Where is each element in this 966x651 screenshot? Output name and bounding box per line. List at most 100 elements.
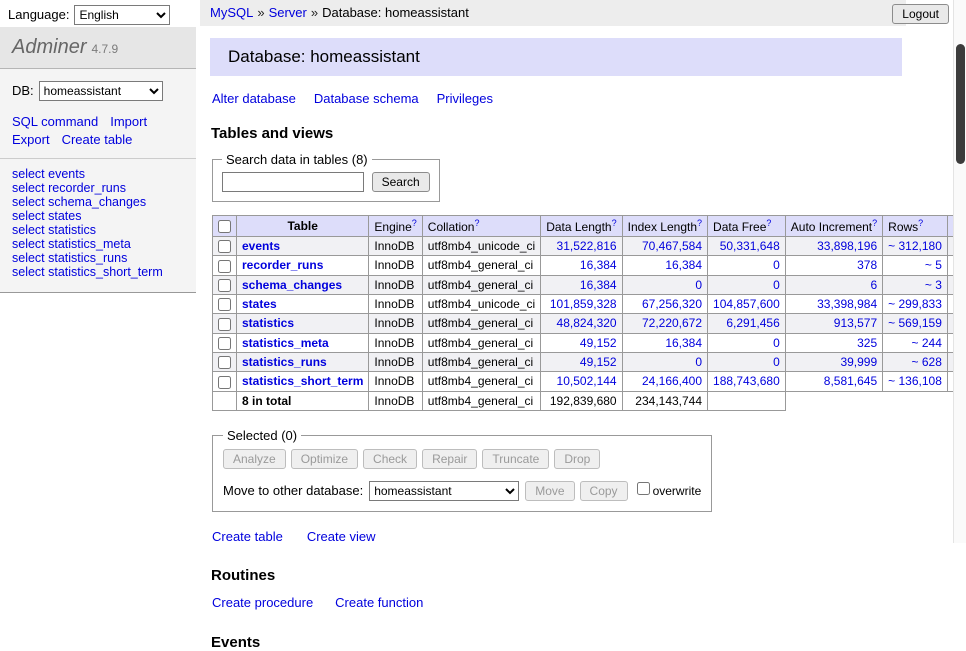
- data-length-link[interactable]: 31,522,816: [557, 239, 617, 253]
- check-button[interactable]: Check: [363, 449, 417, 469]
- data-free-link[interactable]: 0: [773, 258, 780, 272]
- db-action-link[interactable]: Database schema: [314, 91, 419, 106]
- sidebar-table-link[interactable]: select statistics_short_term: [12, 266, 184, 280]
- row-checkbox[interactable]: [218, 279, 231, 292]
- sidebar-table-link[interactable]: select recorder_runs: [12, 182, 184, 196]
- data-length-link[interactable]: 49,152: [580, 336, 617, 350]
- sidebar-table-link[interactable]: select states: [12, 210, 184, 224]
- scrollbar-thumb[interactable]: [956, 44, 965, 164]
- rows-link[interactable]: ~ 628: [912, 355, 942, 369]
- copy-button[interactable]: Copy: [580, 481, 628, 501]
- column-help-link[interactable]: ?: [766, 218, 771, 228]
- routine-link[interactable]: Create function: [335, 595, 423, 610]
- auto-increment-link[interactable]: 6: [870, 278, 877, 292]
- index-length-link[interactable]: 67,256,320: [642, 297, 702, 311]
- data-free-link[interactable]: 0: [773, 278, 780, 292]
- table-name-link[interactable]: recorder_runs: [242, 258, 323, 272]
- sidebar-command-link[interactable]: Create table: [62, 132, 133, 147]
- table-name-link[interactable]: states: [242, 297, 277, 311]
- rows-link[interactable]: ~ 136,108: [888, 374, 942, 388]
- index-length-link[interactable]: 24,166,400: [642, 374, 702, 388]
- routine-link[interactable]: Create procedure: [212, 595, 313, 610]
- move-button[interactable]: Move: [525, 481, 574, 501]
- data-length-link[interactable]: 16,384: [580, 258, 617, 272]
- create-link[interactable]: Create table: [212, 529, 283, 544]
- row-checkbox[interactable]: [218, 376, 231, 389]
- breadcrumb-link-server[interactable]: Server: [269, 5, 307, 20]
- column-help-link[interactable]: ?: [612, 218, 617, 228]
- rows-link[interactable]: ~ 5: [925, 258, 942, 272]
- auto-increment-link[interactable]: 33,898,196: [817, 239, 877, 253]
- index-length-link[interactable]: 0: [695, 278, 702, 292]
- breadcrumb-link-mysql[interactable]: MySQL: [210, 5, 253, 20]
- column-help-link[interactable]: ?: [474, 218, 479, 228]
- row-checkbox[interactable]: [218, 337, 231, 350]
- optimize-button[interactable]: Optimize: [291, 449, 358, 469]
- auto-increment-link[interactable]: 913,577: [834, 316, 877, 330]
- rows-link[interactable]: ~ 312,180: [888, 239, 942, 253]
- data-free-link[interactable]: 50,331,648: [720, 239, 780, 253]
- move-db-select[interactable]: homeassistant: [369, 481, 519, 501]
- analyze-button[interactable]: Analyze: [223, 449, 286, 469]
- index-length-link[interactable]: 72,220,672: [642, 316, 702, 330]
- vertical-scrollbar[interactable]: [953, 0, 966, 543]
- create-link[interactable]: Create view: [307, 529, 376, 544]
- row-checkbox[interactable]: [218, 298, 231, 311]
- index-length-link[interactable]: 0: [695, 355, 702, 369]
- data-length-link[interactable]: 48,824,320: [557, 316, 617, 330]
- data-length-link[interactable]: 101,859,328: [550, 297, 617, 311]
- data-free-link[interactable]: 0: [773, 336, 780, 350]
- language-select[interactable]: English: [74, 5, 170, 25]
- search-button[interactable]: Search: [372, 172, 430, 192]
- data-free-link[interactable]: 0: [773, 355, 780, 369]
- table-name-link[interactable]: schema_changes: [242, 278, 342, 292]
- data-free-link[interactable]: 6,291,456: [726, 316, 779, 330]
- index-length-link[interactable]: 70,467,584: [642, 239, 702, 253]
- db-action-link[interactable]: Alter database: [212, 91, 296, 106]
- overwrite-checkbox[interactable]: [637, 482, 650, 495]
- column-help-link[interactable]: ?: [412, 218, 417, 228]
- table-name-link[interactable]: events: [242, 239, 280, 253]
- rows-link[interactable]: ~ 299,833: [888, 297, 942, 311]
- sidebar-command-link[interactable]: SQL command: [12, 114, 98, 129]
- sidebar-table-link[interactable]: select events: [12, 168, 184, 182]
- column-help-link[interactable]: ?: [697, 218, 702, 228]
- table-name-link[interactable]: statistics_runs: [242, 355, 327, 369]
- auto-increment-link[interactable]: 325: [857, 336, 877, 350]
- sidebar-table-link[interactable]: select schema_changes: [12, 196, 184, 210]
- sidebar-command-link[interactable]: Export: [12, 132, 50, 147]
- column-help-link[interactable]: ?: [918, 218, 923, 228]
- table-name-link[interactable]: statistics: [242, 316, 294, 330]
- rows-link[interactable]: ~ 569,159: [888, 316, 942, 330]
- data-length-link[interactable]: 16,384: [580, 278, 617, 292]
- rows-link[interactable]: ~ 3: [925, 278, 942, 292]
- index-length-link[interactable]: 16,384: [665, 336, 702, 350]
- table-name-link[interactable]: statistics_short_term: [242, 374, 363, 388]
- row-checkbox[interactable]: [218, 356, 231, 369]
- data-free-link[interactable]: 104,857,600: [713, 297, 780, 311]
- data-length-link[interactable]: 10,502,144: [557, 374, 617, 388]
- sidebar-table-link[interactable]: select statistics_runs: [12, 252, 184, 266]
- select-all-checkbox[interactable]: [218, 220, 231, 233]
- truncate-button[interactable]: Truncate: [482, 449, 549, 469]
- repair-button[interactable]: Repair: [422, 449, 477, 469]
- data-length-link[interactable]: 49,152: [580, 355, 617, 369]
- search-input[interactable]: [222, 172, 364, 192]
- drop-button[interactable]: Drop: [554, 449, 600, 469]
- sidebar-table-link[interactable]: select statistics: [12, 224, 184, 238]
- rows-link[interactable]: ~ 244: [912, 336, 942, 350]
- auto-increment-link[interactable]: 33,398,984: [817, 297, 877, 311]
- sidebar-table-link[interactable]: select statistics_meta: [12, 238, 184, 252]
- auto-increment-link[interactable]: 8,581,645: [824, 374, 877, 388]
- db-select[interactable]: homeassistant: [39, 81, 163, 101]
- row-checkbox[interactable]: [218, 240, 231, 253]
- db-action-link[interactable]: Privileges: [437, 91, 493, 106]
- row-checkbox[interactable]: [218, 318, 231, 331]
- table-name-link[interactable]: statistics_meta: [242, 336, 329, 350]
- auto-increment-link[interactable]: 378: [857, 258, 877, 272]
- sidebar-command-link[interactable]: Import: [110, 114, 147, 129]
- index-length-link[interactable]: 16,384: [665, 258, 702, 272]
- logout-button[interactable]: Logout: [892, 4, 949, 24]
- auto-increment-link[interactable]: 39,999: [840, 355, 877, 369]
- data-free-link[interactable]: 188,743,680: [713, 374, 780, 388]
